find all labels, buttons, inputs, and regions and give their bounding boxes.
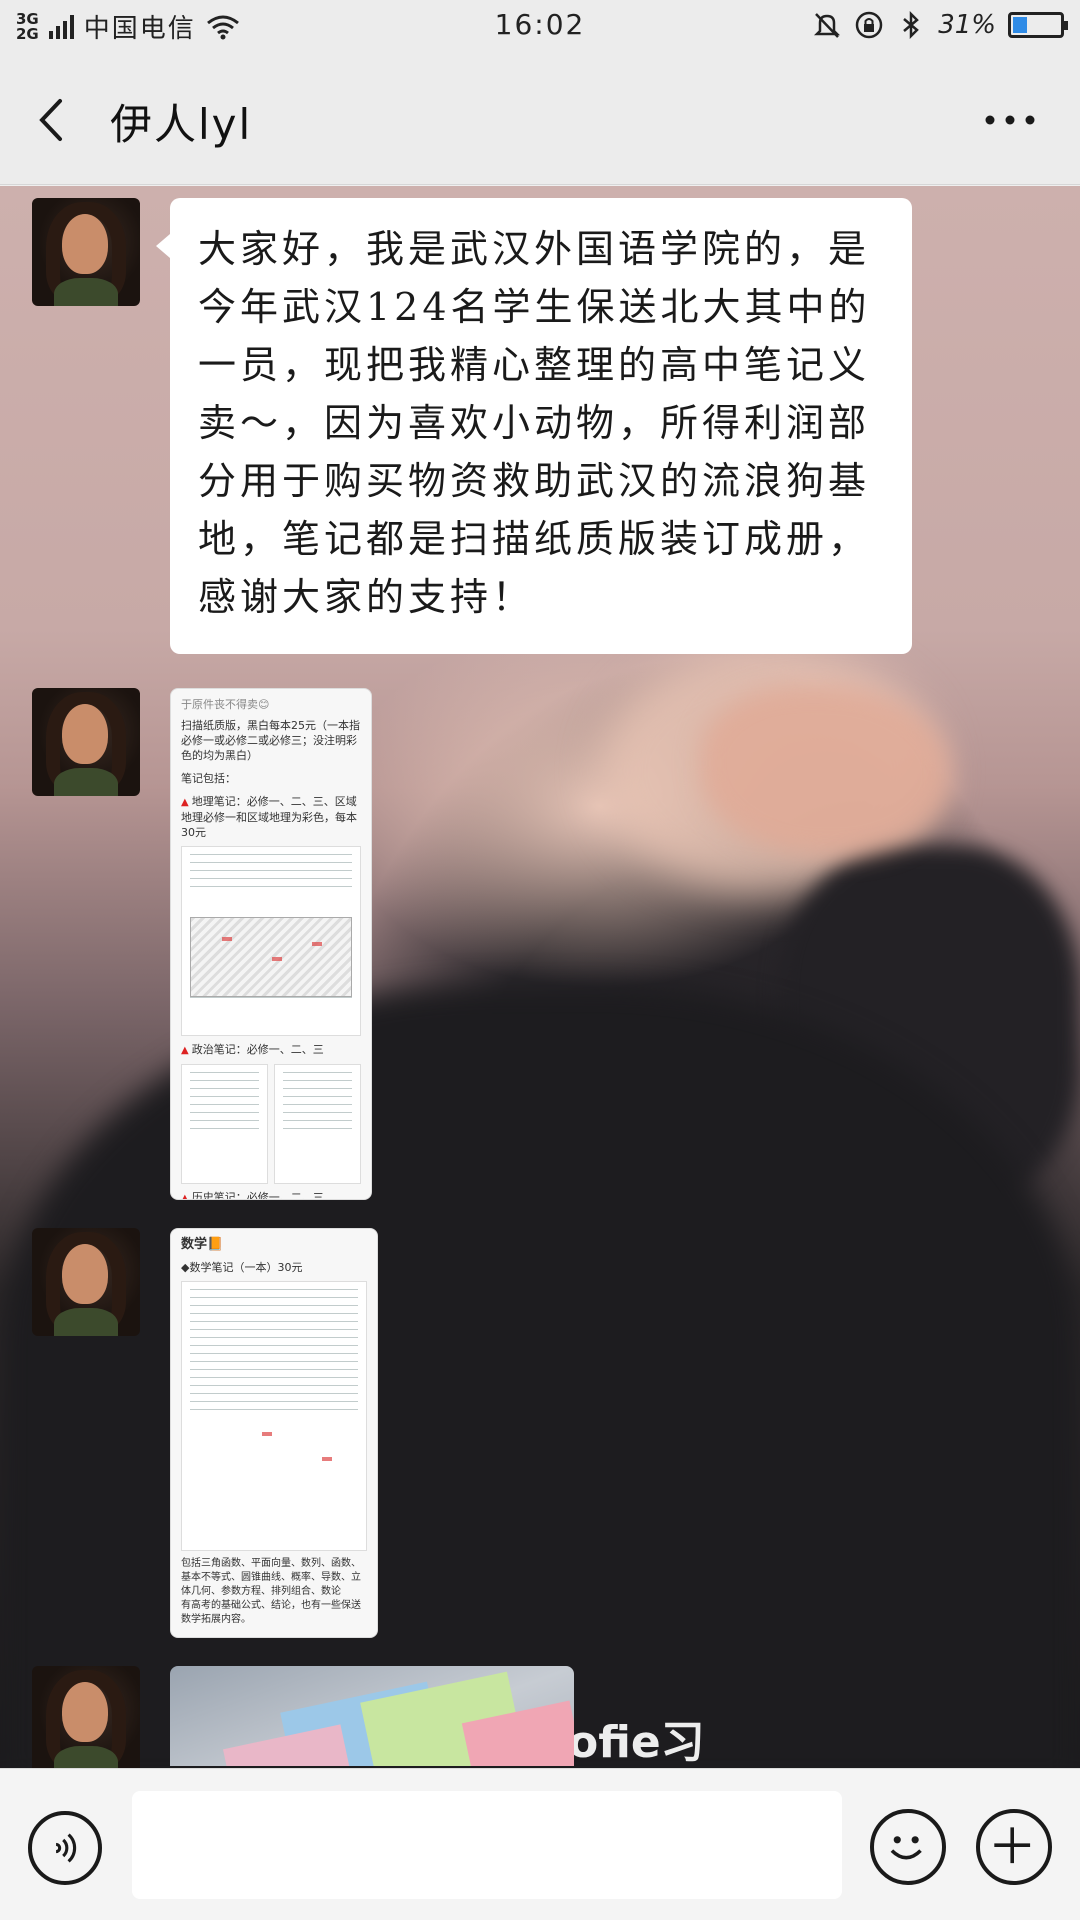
chat-title: 伊人lyl bbox=[110, 100, 253, 149]
image-caption: 历史笔记：必修一、二、三 bbox=[181, 1190, 361, 1199]
message-bubble[interactable]: 大家好，我是武汉外国语学院的，是今年武汉124名学生保送北大其中的一员，现把我精… bbox=[156, 198, 912, 654]
image-caption: 地理笔记：必修一、二、三、区域地理必修一和区域地理为彩色，每本30元 bbox=[181, 794, 361, 840]
image-caption: 数学📙 bbox=[181, 1237, 224, 1252]
background-sweater bbox=[0, 986, 1080, 1768]
image-caption: 于原件丧不得卖😊 bbox=[181, 698, 270, 711]
background-hand bbox=[700, 686, 950, 856]
image-caption: 笔记包括： bbox=[181, 772, 236, 785]
chat-area[interactable]: ofie习 大家好，我是武汉外国语学院的，是今年武汉124名学生保送北大其中的一… bbox=[0, 186, 1080, 1768]
plus-icon[interactable] bbox=[976, 1809, 1052, 1885]
emoji-icon[interactable] bbox=[870, 1809, 946, 1885]
image-caption: ◆数学笔记（一本）30元 bbox=[181, 1261, 303, 1274]
status-right: 31% bbox=[812, 10, 1068, 40]
scanned-page-geography bbox=[181, 846, 361, 1036]
avatar[interactable] bbox=[32, 198, 140, 306]
avatar[interactable] bbox=[32, 1666, 140, 1768]
image-caption: 政治笔记：必修一、二、三 bbox=[181, 1042, 361, 1058]
message-input[interactable] bbox=[132, 1791, 842, 1899]
background-watermark: ofie习 bbox=[568, 1717, 705, 1768]
image-message-notes[interactable]: 于原件丧不得卖😊 扫描纸质版，黑白每本25元（一本指必修一或必修二或必修三；没注… bbox=[170, 688, 372, 1200]
battery-icon bbox=[1008, 12, 1068, 38]
image-caption: 有高考的基础公式、结论，也有一些保送数学拓展内容。 bbox=[181, 1600, 361, 1625]
avatar[interactable] bbox=[32, 1228, 140, 1336]
bluetooth-icon bbox=[903, 10, 920, 40]
chevron-left-icon[interactable] bbox=[30, 93, 80, 147]
input-bar bbox=[0, 1768, 1080, 1920]
lock-rotation-icon bbox=[855, 11, 883, 39]
scanned-page-politics bbox=[181, 1058, 361, 1190]
mute-bell-icon bbox=[814, 13, 841, 38]
voice-icon[interactable] bbox=[28, 1811, 102, 1885]
battery-level-fill bbox=[1013, 17, 1027, 33]
avatar[interactable] bbox=[32, 688, 140, 796]
image-message-math[interactable]: 数学📙 ◆数学笔记（一本）30元 包括三角函数、平面向量、数列、函数、基本不等式… bbox=[170, 1228, 378, 1638]
image-caption: 扫描纸质版，黑白每本25元（一本指必修一或必修二或必修三；没注明彩色的均为黑白） bbox=[181, 719, 360, 762]
message-text: 大家好，我是武汉外国语学院的，是今年武汉124名学生保送北大其中的一员，现把我精… bbox=[198, 227, 871, 619]
scanned-page-math bbox=[181, 1281, 367, 1551]
status-bar: 3G 2G 中国电信 16:02 31% bbox=[0, 0, 1080, 55]
more-dots-icon[interactable] bbox=[980, 105, 1040, 135]
chat-header: 伊人lyl bbox=[0, 55, 1080, 185]
image-message-photo[interactable] bbox=[170, 1666, 574, 1766]
battery-percent: 31% bbox=[938, 10, 996, 40]
image-caption: 包括三角函数、平面向量、数列、函数、基本不等式、圆锥曲线、概率、导数、立体几何、… bbox=[181, 1558, 361, 1597]
